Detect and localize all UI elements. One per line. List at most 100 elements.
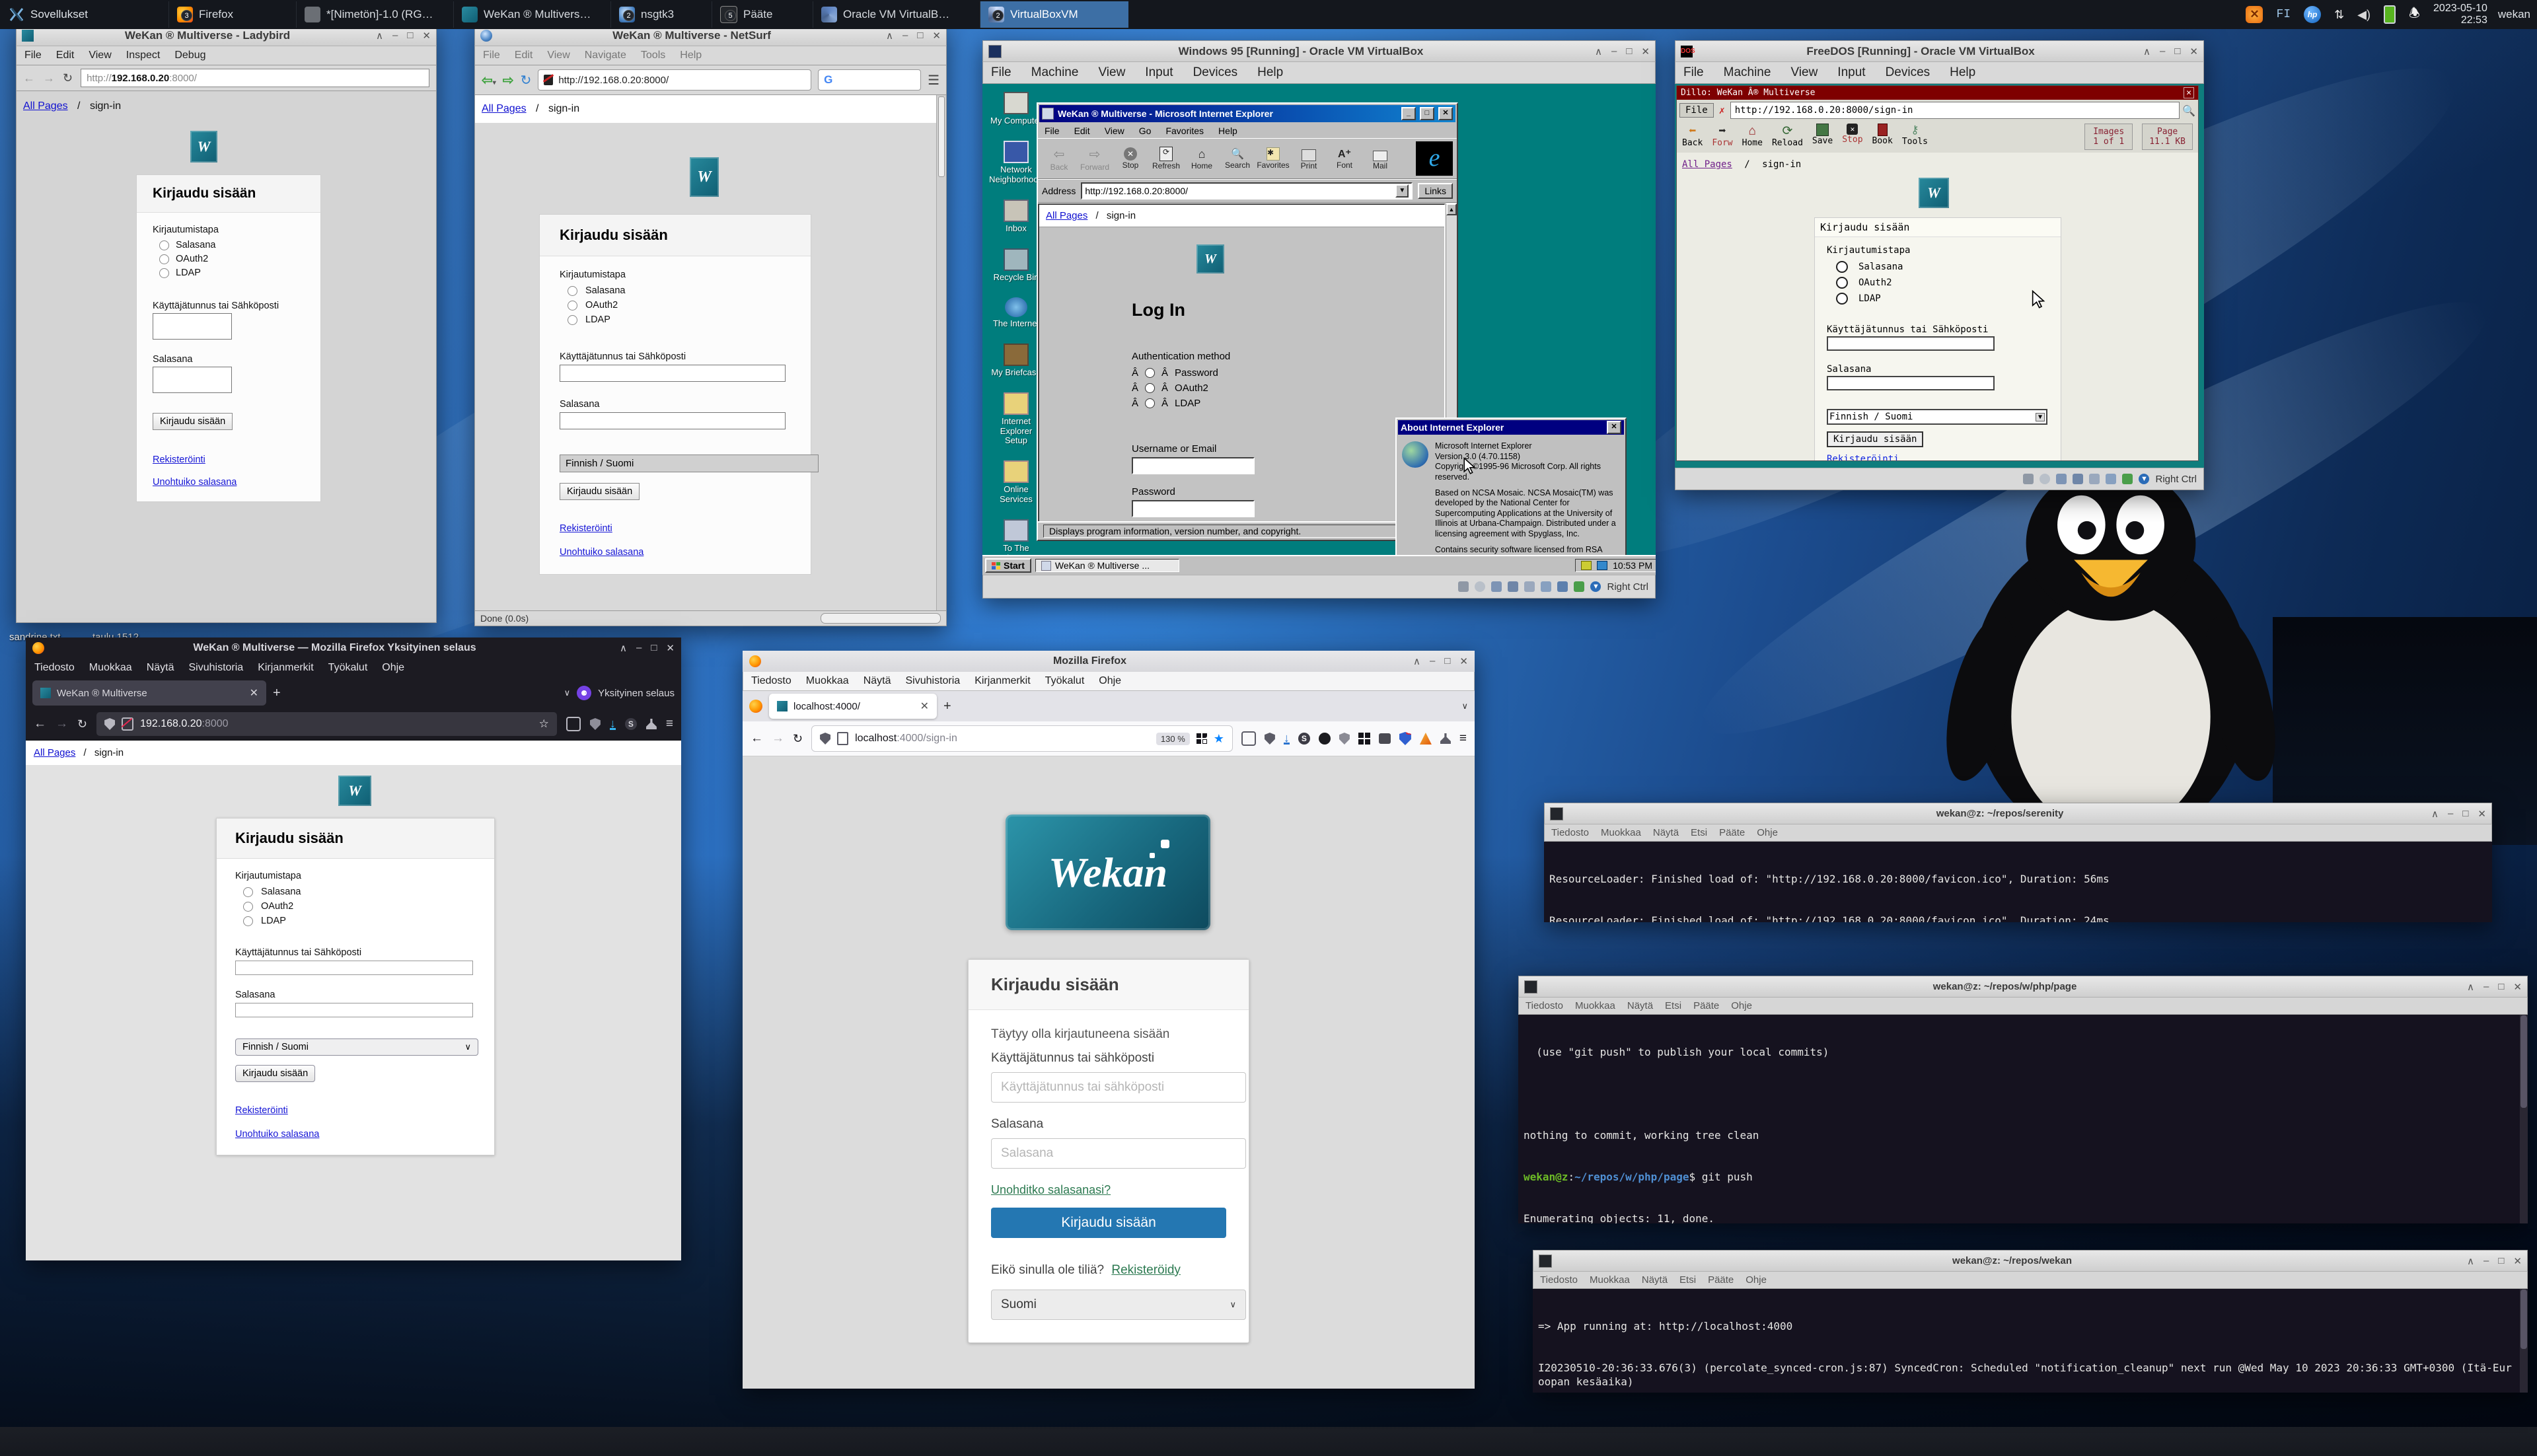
password-input[interactable] <box>235 1003 473 1017</box>
menu-etsi[interactable]: Etsi <box>1679 1274 1696 1286</box>
menu-paate[interactable]: Pääte <box>1719 827 1745 838</box>
file-button[interactable]: File <box>1679 103 1714 118</box>
sign-in-button[interactable]: Kirjaudu sisään <box>153 413 233 430</box>
all-pages-link[interactable]: All Pages <box>34 747 75 758</box>
restore-button[interactable]: – <box>2483 1255 2489 1267</box>
language-select[interactable]: Suomi∨ <box>991 1290 1246 1320</box>
minimize-button[interactable]: ∧ <box>2467 981 2474 993</box>
ie-titlebar[interactable]: WeKan ® Multiverse - Microsoft Internet … <box>1039 105 1455 122</box>
all-pages-link[interactable]: All Pages <box>1682 159 1732 170</box>
username-input[interactable] <box>1827 336 1995 351</box>
terminal-scrollbar[interactable] <box>2520 1015 2528 1223</box>
menu-file[interactable]: File <box>991 65 1011 80</box>
back-icon[interactable]: ⇦▾ <box>482 72 496 89</box>
dillo-titlebar[interactable]: Dillo: WeKan Â® Multiverse ✕ <box>1677 86 2198 100</box>
minimize-button[interactable]: ∧ <box>2431 808 2439 820</box>
url-input[interactable]: http://192.168.0.20:8000/sign-in <box>1730 102 2180 119</box>
maximize-button[interactable]: □ <box>2174 46 2180 57</box>
reload-button[interactable]: ⟳Reload <box>1772 124 1803 148</box>
menu-help[interactable]: Help <box>1950 65 1975 80</box>
display-tray-icon[interactable] <box>1597 561 1607 570</box>
maximize-button[interactable]: □ <box>917 30 923 42</box>
icon-recycle-bin[interactable]: Recycle Bin <box>989 248 1043 283</box>
clear-url-icon[interactable]: ✗ <box>1716 104 1728 116</box>
menu-paate[interactable]: Pääte <box>1708 1274 1734 1286</box>
back-button[interactable]: ⇦Back <box>1042 146 1076 172</box>
menu-muokkaa[interactable]: Muokkaa <box>806 675 849 687</box>
maximize-button[interactable]: □ <box>2498 1255 2504 1267</box>
terminal-titlebar[interactable]: wekan@z: ~/repos/serenity ∧–□✕ <box>1544 803 2492 824</box>
menu-view[interactable]: View <box>547 50 570 61</box>
extension-flask-icon[interactable] <box>646 719 657 729</box>
menu-tiedosto[interactable]: Tiedosto <box>1540 1274 1578 1286</box>
restore-button[interactable]: – <box>636 642 642 654</box>
vertical-scrollbar[interactable] <box>936 95 946 610</box>
radio-oauth2[interactable] <box>159 254 169 264</box>
network-icon[interactable]: ⇅ <box>2334 8 2344 22</box>
icon-the-internet[interactable]: The Internet <box>989 297 1043 329</box>
icon-my-briefcase[interactable]: My Briefcase <box>989 344 1043 378</box>
terminal-titlebar[interactable]: wekan@z: ~/repos/wekan ∧–□✕ <box>1533 1250 2528 1272</box>
maximize-button[interactable]: □ <box>1420 107 1434 120</box>
new-tab-button[interactable]: + <box>273 686 281 701</box>
menu-ohje[interactable]: Ohje <box>1757 827 1778 838</box>
search-box[interactable]: G <box>818 69 921 91</box>
stop-button[interactable]: ✕Stop <box>1113 147 1148 170</box>
radio-oauth2[interactable] <box>568 301 577 310</box>
menu-edit[interactable]: Edit <box>1074 126 1090 136</box>
taskbar-button-virtualbox-manager[interactable]: Oracle VM VirtualBox M... <box>813 1 961 28</box>
extension-card-icon[interactable] <box>1379 733 1391 744</box>
extension-s-icon[interactable]: S <box>1298 733 1310 745</box>
icon-ie-setup-folder[interactable]: Internet Explorer Setup <box>989 392 1043 447</box>
reload-icon[interactable]: ↻ <box>521 72 532 89</box>
all-pages-link[interactable]: All Pages <box>482 103 527 114</box>
menu-hamburger-icon[interactable]: ≡ <box>666 717 673 731</box>
menu-muokkaa[interactable]: Muokkaa <box>89 662 132 674</box>
forward-icon[interactable]: → <box>55 717 68 731</box>
taskbar-task-button[interactable]: WeKan ® Multiverse ... <box>1035 559 1179 572</box>
mail-button[interactable]: Mail <box>1363 147 1397 170</box>
vbox-titlebar[interactable]: Windows 95 [Running] - Oracle VM Virtual… <box>982 40 1656 62</box>
address-dropdown-icon[interactable]: ▼ <box>1395 184 1409 198</box>
password-input[interactable] <box>1827 376 1995 390</box>
menu-muokkaa[interactable]: Muokkaa <box>1575 1000 1615 1011</box>
minimize-button[interactable]: ∧ <box>1413 655 1420 667</box>
radio-ldap[interactable] <box>243 916 253 926</box>
extension-s-icon[interactable]: S <box>625 718 637 730</box>
all-pages-link[interactable]: All Pages <box>23 100 68 112</box>
menu-nayta[interactable]: Näytä <box>1627 1000 1653 1011</box>
menu-hamburger-icon[interactable]: ☰ <box>928 72 939 89</box>
icon-my-computer[interactable]: My Computer <box>989 92 1043 126</box>
menu-view[interactable]: View <box>89 50 111 61</box>
volume-tray-icon[interactable] <box>1581 561 1592 570</box>
protections-icon[interactable] <box>590 718 601 730</box>
terminal-output[interactable]: => App running at: http://localhost:4000… <box>1533 1289 2520 1393</box>
back-button[interactable]: ⬅Back <box>1682 124 1703 148</box>
menu-tools[interactable]: Tools <box>641 50 665 61</box>
register-link[interactable]: Rekisteröinti <box>153 455 205 465</box>
restore-button[interactable]: – <box>392 30 398 42</box>
menu-ohje[interactable]: Ohje <box>382 662 404 674</box>
forgot-password-link[interactable]: Unohtuiko salasana <box>153 477 237 488</box>
tools-button[interactable]: ⚷Tools <box>1902 124 1928 147</box>
menu-view[interactable]: View <box>1098 65 1125 80</box>
register-link[interactable]: Rekisteröidy <box>1111 1263 1181 1277</box>
tracking-protection-shield-icon[interactable] <box>104 718 115 730</box>
save-button[interactable]: Save <box>1812 124 1833 146</box>
menu-nayta[interactable]: Näytä <box>1653 827 1679 838</box>
protections-icon[interactable] <box>1265 733 1275 745</box>
volume-icon[interactable]: ◀) <box>2357 8 2371 22</box>
menu-etsi[interactable]: Etsi <box>1691 827 1707 838</box>
back-icon[interactable]: ← <box>23 71 35 85</box>
menu-file[interactable]: File <box>483 50 500 61</box>
permissions-icon[interactable] <box>566 717 581 731</box>
radio-oauth2[interactable] <box>243 902 253 912</box>
new-tab-button[interactable]: + <box>943 699 951 714</box>
tray-app-icon[interactable]: ✕ <box>2246 6 2263 23</box>
username-input[interactable]: Käyttäjätunnus tai sähköposti <box>991 1072 1246 1103</box>
restore-button[interactable]: – <box>2448 808 2453 820</box>
links-button[interactable]: Links <box>1418 183 1453 199</box>
close-button[interactable]: ✕ <box>1607 421 1621 434</box>
close-button[interactable]: ✕ <box>1641 46 1650 57</box>
close-button[interactable]: ✕ <box>1459 655 1468 667</box>
